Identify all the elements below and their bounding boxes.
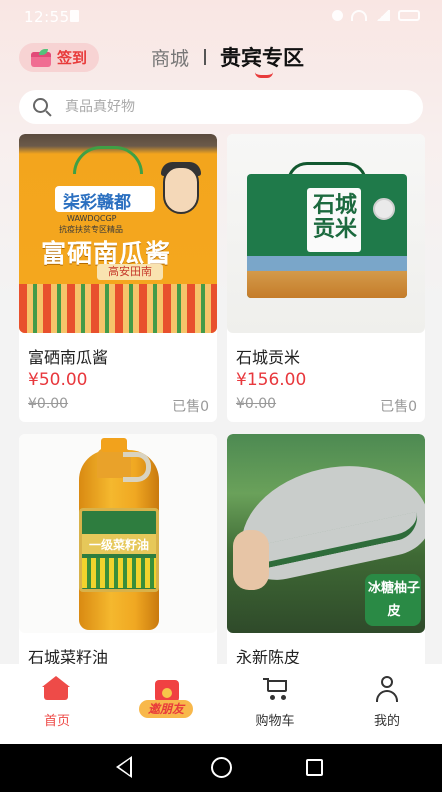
invite-friends-label: 邀朋友 (139, 700, 193, 718)
search-input[interactable] (65, 99, 365, 115)
home-button-icon[interactable] (211, 757, 232, 778)
product-card[interactable]: 冰糖柚子皮 永新陈皮 (227, 434, 425, 674)
cart-icon (263, 676, 289, 700)
sign-in-button[interactable]: 签到 (19, 43, 99, 72)
product-image-origin: 高安田南 (97, 264, 163, 280)
sim-card-icon (70, 10, 79, 22)
notification-icon (332, 10, 343, 21)
product-price: ¥50.00 (28, 370, 88, 390)
wifi-icon (351, 10, 367, 21)
status-icons (332, 10, 420, 21)
product-image-latin: WAWDQCGP (67, 214, 117, 223)
product-sold-count: 已售0 (380, 399, 417, 415)
tab-profile-label: 我的 (373, 714, 400, 729)
search-bar[interactable] (19, 90, 423, 124)
tab-mall[interactable]: 商城 (151, 44, 189, 71)
status-bar: 12:55 (0, 0, 442, 34)
battery-icon (398, 10, 420, 21)
user-icon (374, 676, 400, 702)
product-image[interactable]: 冰糖柚子皮 (227, 434, 425, 633)
product-card[interactable]: 石城贡米 石城贡米 ¥156.00 ¥0.00 已售0 (227, 134, 425, 422)
product-image[interactable]: 一级菜籽油 (19, 434, 217, 633)
tab-cart-label: 购物车 (255, 714, 295, 729)
sign-in-label: 签到 (56, 49, 87, 67)
product-image-label: 一级菜籽油 (88, 538, 149, 552)
mascot-figure (163, 166, 199, 214)
tab-cart[interactable]: 购物车 (230, 664, 320, 744)
status-time: 12:55 (24, 8, 70, 26)
system-nav-bar (0, 744, 442, 792)
bottom-tab-bar: 首页 购物车 我的 (0, 664, 442, 744)
product-name: 石城贡米 (236, 348, 301, 367)
product-card[interactable]: 柒彩赣都 WAWDQCGP 抗疫扶贫专区精品 富硒南瓜酱 高安田南 富硒南瓜酱 … (19, 134, 217, 422)
product-sold-count: 已售0 (172, 399, 209, 415)
tab-home-label: 首页 (43, 714, 70, 729)
product-image[interactable]: 石城贡米 (227, 134, 425, 333)
product-original-price: ¥0.00 (236, 396, 277, 412)
home-icon (42, 676, 70, 700)
seal-icon (373, 198, 395, 220)
tab-profile[interactable]: 我的 (342, 664, 432, 744)
product-image-label: 石城贡米 (312, 193, 357, 242)
product-price: ¥156.00 (236, 370, 307, 390)
tab-vip-zone[interactable]: 贵宾专区 (220, 42, 304, 72)
calendar-icon (30, 48, 51, 67)
tab-home[interactable]: 首页 (12, 664, 102, 744)
recent-apps-icon[interactable] (306, 759, 323, 776)
search-icon (33, 98, 52, 117)
product-image[interactable]: 柒彩赣都 WAWDQCGP 抗疫扶贫专区精品 富硒南瓜酱 高安田南 (19, 134, 217, 333)
product-image-badge: 冰糖柚子皮 (368, 581, 421, 619)
product-image-brand: 柒彩赣都 (63, 193, 131, 213)
invite-friends-button[interactable]: 邀朋友 (139, 680, 193, 718)
active-tab-indicator (255, 72, 273, 78)
product-original-price: ¥0.00 (28, 396, 69, 412)
product-card[interactable]: 一级菜籽油 石城菜籽油 (19, 434, 217, 674)
signal-icon (375, 10, 390, 21)
product-name: 富硒南瓜酱 (28, 348, 109, 367)
tab-divider (204, 49, 206, 65)
